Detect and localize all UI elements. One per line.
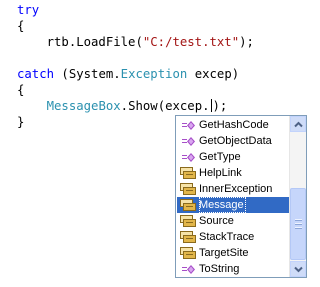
grip-icon <box>295 219 302 229</box>
completion-label: HelpLink <box>199 167 242 179</box>
completion-item[interactable]: StackTrace <box>177 229 290 245</box>
completion-label: Source <box>199 215 234 227</box>
exception-type: Exception <box>120 67 188 81</box>
completion-item[interactable]: GetHashCode <box>177 117 290 133</box>
code-line-messagebox: MessageBox.Show(excep.); <box>17 98 227 114</box>
file-path-string: "C:/test.txt" <box>142 35 240 49</box>
catch-open: (System. <box>54 67 121 81</box>
show-end: ); <box>212 99 228 113</box>
completion-label: Message <box>199 197 246 213</box>
code-line-close-brace: } <box>17 114 24 130</box>
completion-item[interactable]: ToString <box>177 261 290 277</box>
completion-item[interactable]: GetObjectData <box>177 133 290 149</box>
completion-item[interactable]: HelpLink <box>177 165 290 181</box>
completion-label: GetType <box>199 151 241 163</box>
keyword-try: try <box>17 3 40 17</box>
completion-label: ToString <box>199 263 240 275</box>
open-brace: { <box>17 19 25 33</box>
chevron-up-icon <box>294 121 303 128</box>
completion-item[interactable]: InnerException <box>177 181 290 197</box>
property-icon <box>180 167 196 179</box>
completion-label: TargetSite <box>199 247 249 259</box>
code-line-try: try <box>17 2 39 18</box>
completion-item[interactable]: GetType <box>177 149 290 165</box>
text-caret <box>210 99 212 112</box>
property-icon <box>180 247 196 259</box>
scroll-up-button[interactable] <box>290 116 306 132</box>
method-icon <box>182 265 195 274</box>
loadfile-call: rtb.LoadFile( <box>17 35 143 49</box>
messagebox-type: MessageBox <box>46 99 121 113</box>
code-line-open-brace: { <box>17 18 24 34</box>
catch-variable: excep) <box>187 67 240 81</box>
code-line-loadfile: rtb.LoadFile("C:/test.txt"); <box>17 34 254 50</box>
completion-item-selected[interactable]: Message <box>177 197 290 213</box>
code-line-catch: catch (System.Exception excep) <box>17 66 239 82</box>
property-icon <box>180 215 196 227</box>
scroll-thumb[interactable] <box>290 188 306 260</box>
code-line-open-brace-2: { <box>17 82 24 98</box>
method-icon <box>182 137 195 146</box>
property-icon <box>180 183 196 195</box>
method-icon <box>182 153 195 162</box>
show-call: .Show(excep. <box>120 99 210 113</box>
intellisense-popup[interactable]: GetHashCode GetObjectData GetType HelpLi… <box>175 115 307 278</box>
scroll-down-button[interactable] <box>290 261 306 277</box>
completion-label: InnerException <box>199 183 273 195</box>
open-brace: { <box>17 83 25 97</box>
property-icon <box>180 199 196 211</box>
loadfile-end: ); <box>239 35 254 49</box>
keyword-catch: catch <box>17 67 55 81</box>
close-brace: } <box>17 115 25 129</box>
vertical-scrollbar[interactable] <box>289 116 306 277</box>
completion-item[interactable]: TargetSite <box>177 245 290 261</box>
chevron-down-icon <box>294 266 303 273</box>
completion-label: StackTrace <box>199 231 255 243</box>
completion-label: GetObjectData <box>199 135 272 147</box>
method-icon <box>182 121 195 130</box>
property-icon <box>180 231 196 243</box>
completion-item[interactable]: Source <box>177 213 290 229</box>
completion-label: GetHashCode <box>199 119 269 131</box>
